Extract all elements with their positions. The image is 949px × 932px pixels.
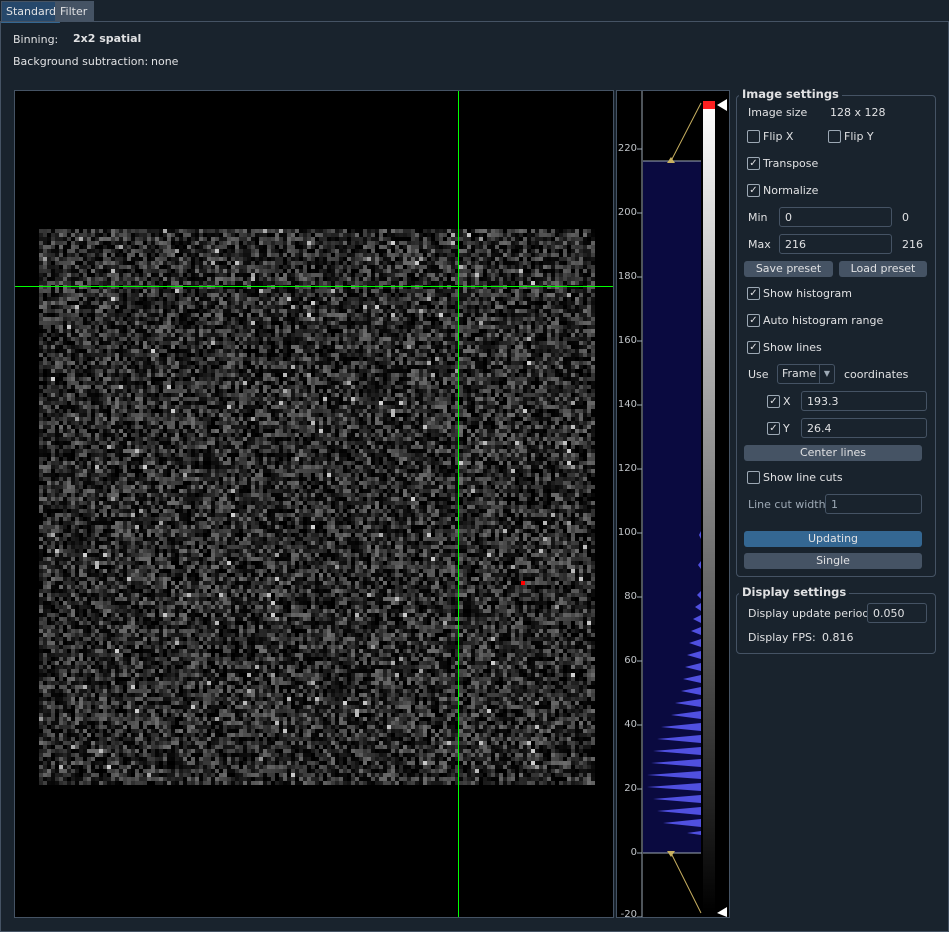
hist-tick-label: 80: [624, 591, 637, 602]
flip-y-label: Flip Y: [844, 130, 874, 143]
image-size-label: Image size: [748, 106, 808, 119]
max-label: Max: [748, 238, 771, 251]
binning-label: Binning:: [13, 33, 59, 46]
hist-tick-label: 20: [624, 783, 637, 794]
coordinates-label: coordinates: [844, 368, 909, 381]
max-readout: 216: [902, 238, 923, 251]
use-label: Use: [748, 368, 769, 381]
image-size-value: 128 x 128: [830, 106, 886, 119]
save-preset-button[interactable]: Save preset: [744, 261, 833, 277]
hist-tick-label: 0: [630, 847, 637, 858]
show-line-cuts-checkbox[interactable]: [747, 471, 760, 484]
load-preset-button[interactable]: Load preset: [839, 261, 927, 277]
position-marker: [521, 581, 525, 585]
normalize-label: Normalize: [763, 184, 819, 197]
flip-y-checkbox[interactable]: [828, 130, 841, 143]
flip-x-label: Flip X: [763, 130, 794, 143]
updating-button[interactable]: Updating: [744, 531, 922, 547]
display-settings-title: Display settings: [739, 585, 850, 599]
vertical-crosshair-line[interactable]: [458, 91, 459, 917]
x-line-input[interactable]: 193.3: [801, 391, 927, 411]
hist-tick-label: 100: [617, 527, 637, 538]
flip-x-checkbox[interactable]: [747, 130, 760, 143]
auto-histogram-range-label: Auto histogram range: [763, 314, 884, 327]
min-label: Min: [748, 211, 768, 224]
normalize-checkbox[interactable]: ✓: [747, 184, 760, 197]
transpose-label: Transpose: [763, 157, 819, 170]
hist-tick-label: 40: [624, 719, 637, 730]
coordinate-system-value: Frame: [782, 367, 817, 380]
hist-tick-label: 160: [617, 335, 637, 346]
display-fps-label: Display FPS:: [748, 631, 816, 644]
tab-standard[interactable]: Standard: [1, 1, 60, 23]
line-cut-width-input[interactable]: 1: [825, 494, 922, 514]
line-cut-width-label: Line cut width: [748, 498, 826, 511]
hist-tick-label: 220: [617, 143, 637, 154]
display-update-period-input[interactable]: 0.050: [867, 603, 927, 623]
hist-tick-label: 180: [617, 271, 637, 282]
min-readout: 0: [902, 211, 909, 224]
tab-filter[interactable]: Filter: [55, 1, 94, 21]
show-histogram-checkbox[interactable]: ✓: [747, 287, 760, 300]
hist-tick-label: 60: [624, 655, 637, 666]
min-input[interactable]: 0: [779, 207, 892, 227]
y-line-label: Y: [783, 422, 790, 435]
background-subtraction-value: none: [151, 55, 179, 68]
y-line-checkbox[interactable]: ✓: [767, 422, 780, 435]
display-update-period-label: Display update period:: [748, 607, 874, 620]
max-input[interactable]: 216: [779, 234, 892, 254]
hist-tick-label: 120: [617, 463, 637, 474]
display-fps-value: 0.816: [822, 631, 854, 644]
hist-tick-label: 200: [617, 207, 637, 218]
hist-tick-label: -20: [620, 909, 637, 920]
show-histogram-label: Show histogram: [763, 287, 852, 300]
horizontal-crosshair-line[interactable]: [15, 286, 613, 287]
x-line-checkbox[interactable]: ✓: [767, 395, 780, 408]
background-subtraction-label: Background subtraction:: [13, 55, 149, 68]
x-line-label: X: [783, 395, 791, 408]
camera-image: [39, 229, 595, 785]
show-lines-checkbox[interactable]: ✓: [747, 341, 760, 354]
coordinate-system-select[interactable]: Frame ▼: [777, 364, 835, 384]
auto-histogram-range-checkbox[interactable]: ✓: [747, 314, 760, 327]
y-line-input[interactable]: 26.4: [801, 418, 927, 438]
image-view[interactable]: [14, 90, 614, 918]
tab-bar: Standard Filter: [0, 0, 949, 23]
hist-tick-label: 140: [617, 399, 637, 410]
single-button[interactable]: Single: [744, 553, 922, 569]
chevron-down-icon: ▼: [819, 365, 834, 383]
center-lines-button[interactable]: Center lines: [744, 445, 922, 461]
binning-value: 2x2 spatial: [73, 32, 142, 45]
show-line-cuts-label: Show line cuts: [763, 471, 843, 484]
image-settings-title: Image settings: [739, 87, 842, 101]
histogram-lut[interactable]: 220 200 180 160 140 120 100 80 60 40 20 …: [616, 90, 730, 920]
show-lines-label: Show lines: [763, 341, 822, 354]
transpose-checkbox[interactable]: ✓: [747, 157, 760, 170]
